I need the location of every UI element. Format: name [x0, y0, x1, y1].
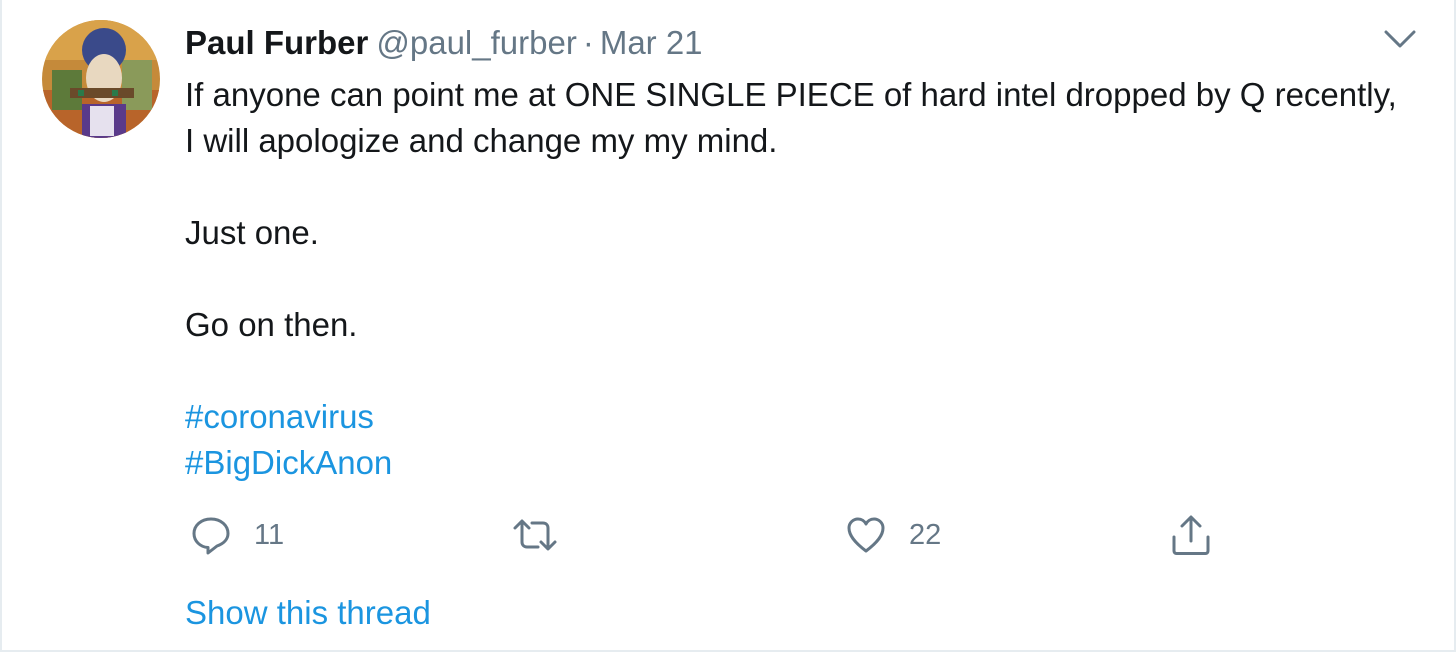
reply-icon [192, 517, 230, 555]
author-handle[interactable]: @paul_furber [376, 24, 576, 61]
tweet-header: Paul Furber @paul_furber · Mar 21 [185, 22, 703, 64]
tweet-text-line2: Just one. [185, 214, 319, 251]
separator-dot: · [582, 24, 594, 61]
tweet-card[interactable]: Paul Furber @paul_furber · Mar 21 If anyone… [0, 0, 1456, 652]
share-button[interactable] [1169, 510, 1213, 560]
tweet-text-line3: Go on then. [185, 306, 358, 343]
show-thread-link[interactable]: Show this thread [185, 594, 431, 632]
avatar[interactable] [42, 20, 160, 138]
retweet-icon [513, 519, 557, 551]
chevron-down-icon[interactable] [1380, 22, 1420, 54]
heart-icon [847, 517, 885, 553]
hashtag-link[interactable]: #coronavirus [185, 394, 1415, 440]
avatar-image [42, 20, 160, 138]
tweet-text-line1: If anyone can point me at ONE SINGLE PIE… [185, 76, 1397, 159]
reply-button[interactable]: 11 [190, 510, 284, 560]
reply-count: 11 [254, 518, 285, 551]
retweet-button[interactable] [511, 510, 581, 560]
like-button[interactable]: 22 [845, 510, 941, 560]
author-name[interactable]: Paul Furber [185, 24, 368, 61]
tweet-date[interactable]: Mar 21 [600, 24, 703, 61]
share-icon [1172, 515, 1210, 555]
like-count: 22 [909, 518, 942, 551]
hashtag-link[interactable]: #BigDickAnon [185, 440, 1415, 486]
tweet-body: If anyone can point me at ONE SINGLE PIE… [185, 72, 1415, 486]
